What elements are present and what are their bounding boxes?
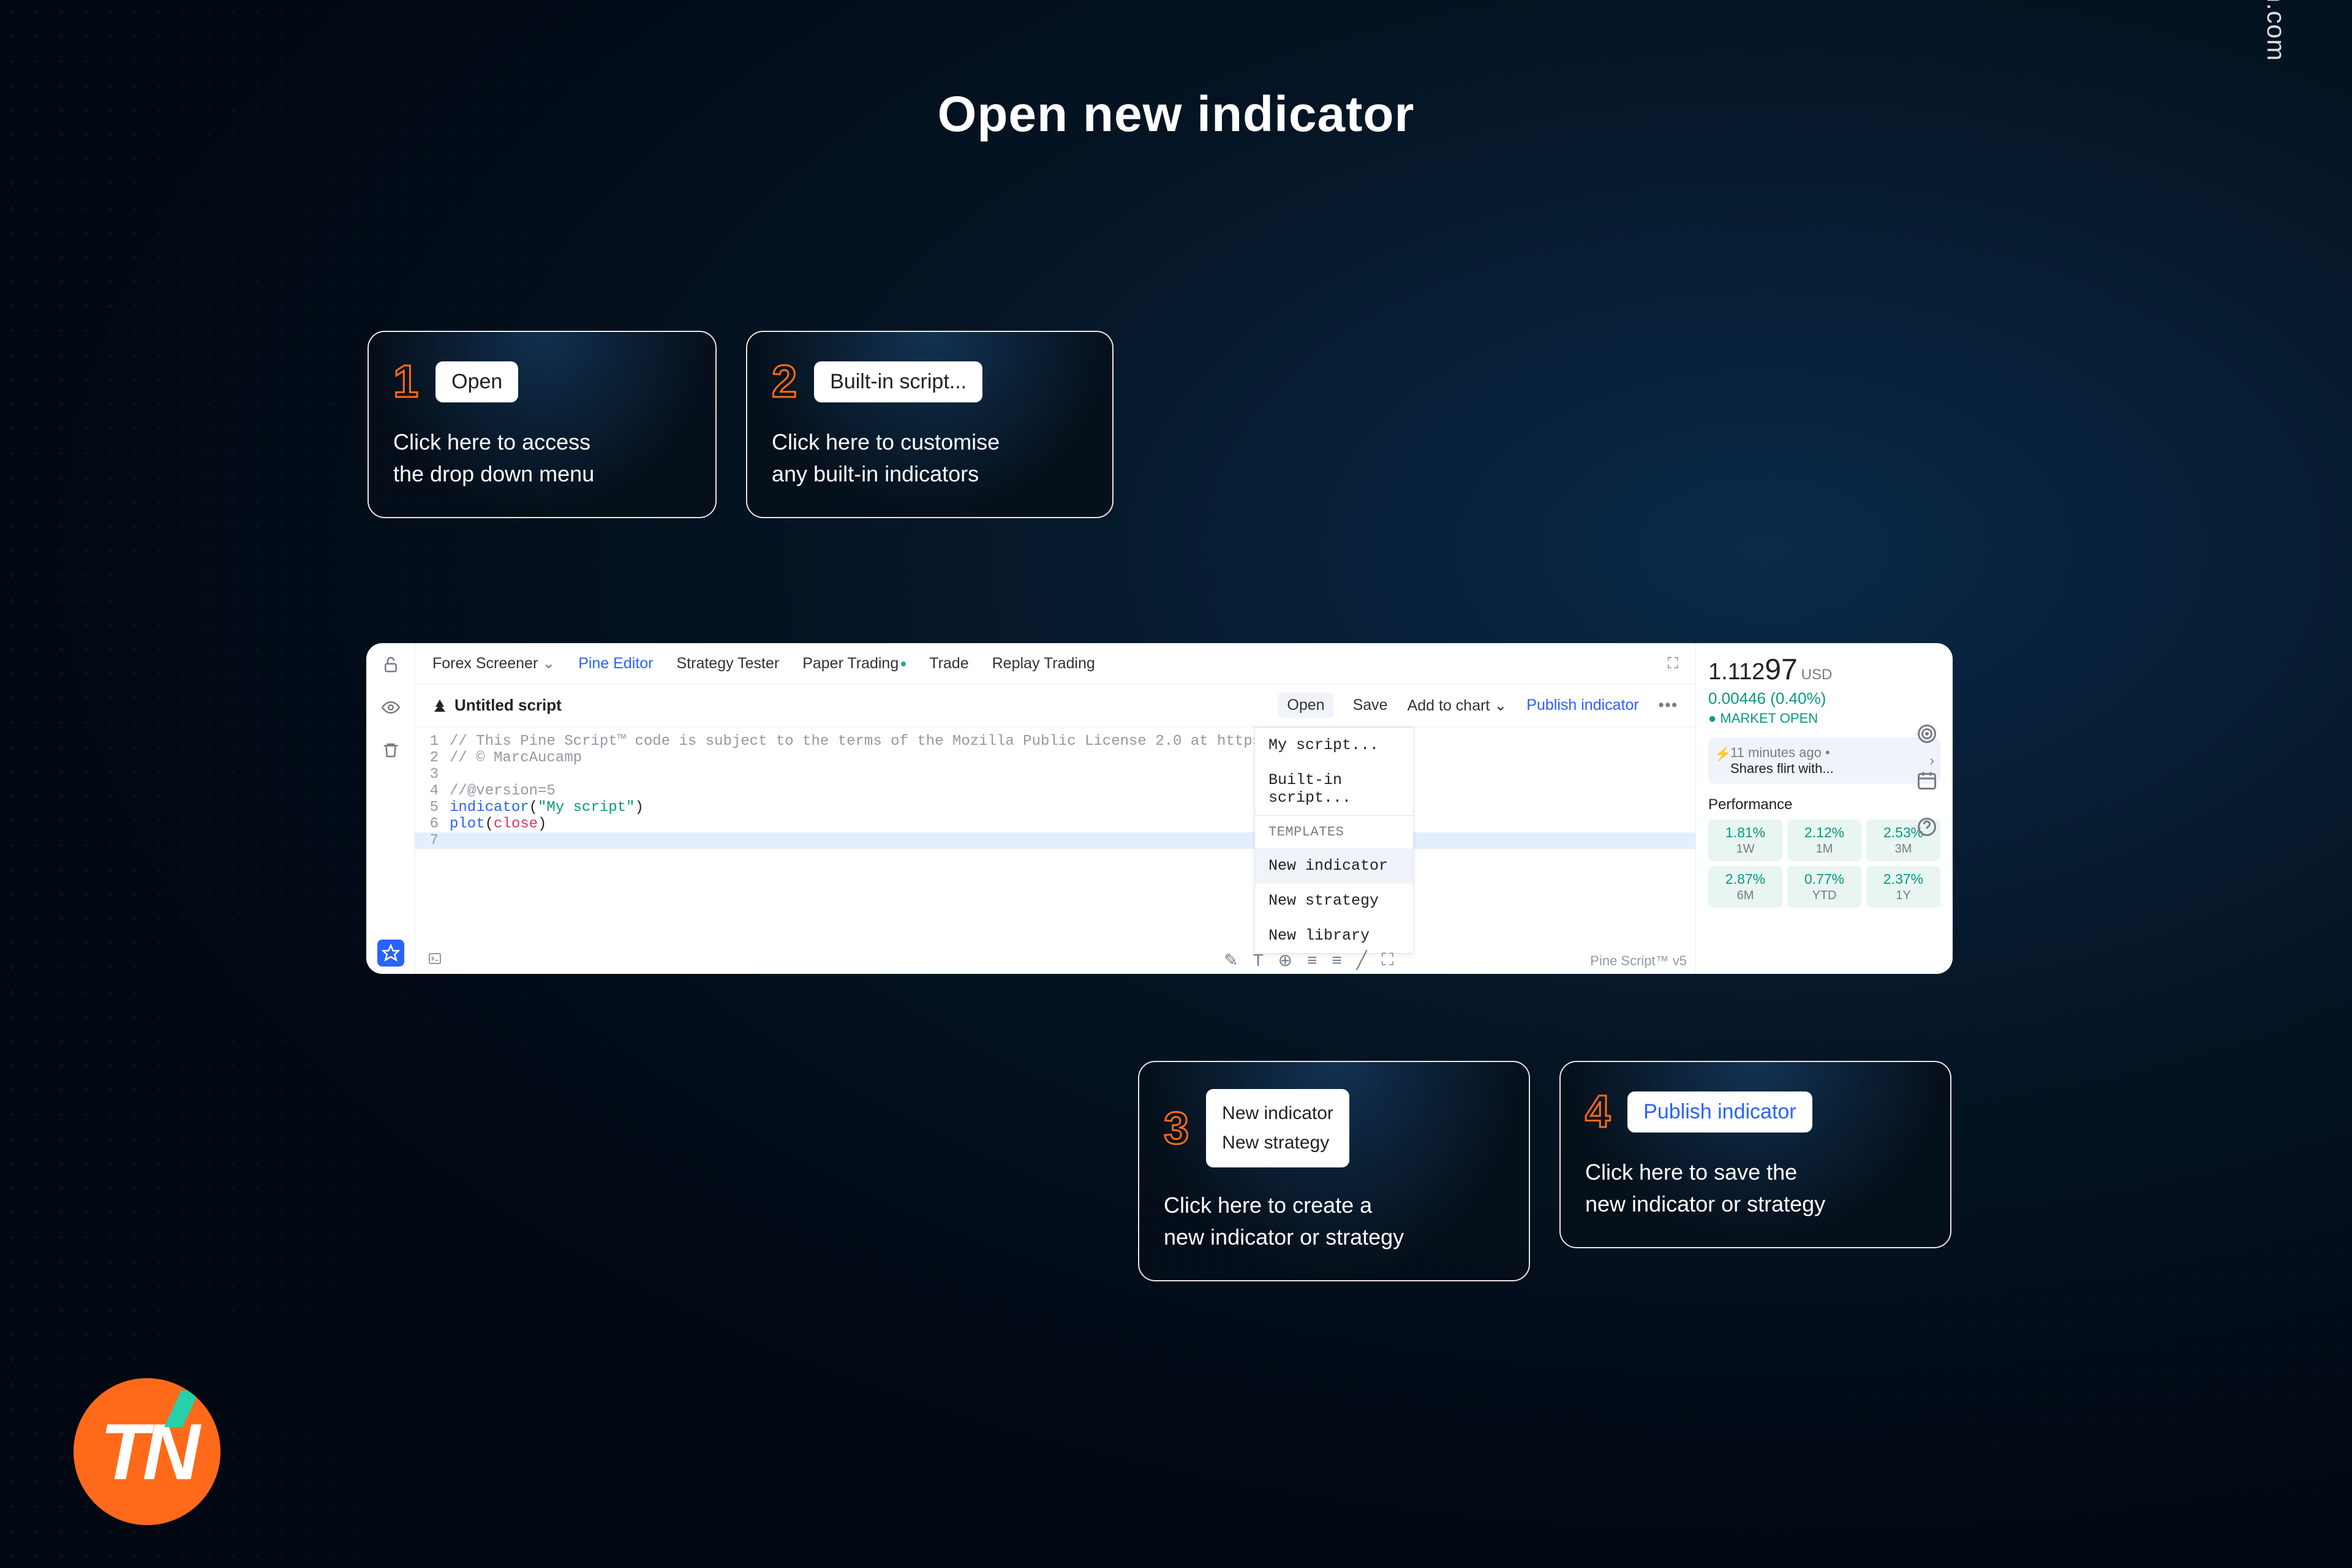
editor-main: Forex Screener ⌄ Pine Editor Strategy Te… bbox=[415, 643, 1695, 974]
calendar-icon[interactable] bbox=[1916, 769, 1938, 791]
line-icon[interactable]: ╱ bbox=[1357, 950, 1367, 970]
dropdown-new-strategy[interactable]: New strategy bbox=[1255, 883, 1413, 918]
step-1-card: 1 Open Click here to accessthe drop down… bbox=[368, 331, 717, 518]
chevron-down-icon: ⌄ bbox=[1494, 697, 1507, 714]
price-change: 0.00446 (0.40%) bbox=[1708, 689, 1940, 708]
tab-forex-screener[interactable]: Forex Screener ⌄ bbox=[432, 654, 555, 673]
perf-6m[interactable]: 2.87%6M bbox=[1708, 866, 1782, 908]
step-1-desc: Click here to accessthe drop down menu bbox=[393, 426, 691, 490]
action-open[interactable]: Open bbox=[1278, 693, 1333, 718]
more-icon[interactable]: ••• bbox=[1659, 696, 1678, 714]
crop-icon[interactable]: ⛶ bbox=[1382, 950, 1394, 970]
tradenation-logo: TN bbox=[74, 1378, 221, 1525]
open-dropdown: My script... Built-in script... TEMPLATE… bbox=[1254, 727, 1414, 954]
pine-editor-panel: Forex Screener ⌄ Pine Editor Strategy Te… bbox=[366, 643, 1953, 974]
step-3-desc: Click here to create anew indicator or s… bbox=[1164, 1189, 1504, 1253]
step-1-number: 1 bbox=[393, 359, 418, 404]
perf-1m[interactable]: 2.12%1M bbox=[1787, 820, 1861, 861]
dropdown-templates-header: TEMPLATES bbox=[1255, 816, 1413, 848]
target-icon[interactable] bbox=[1916, 723, 1938, 745]
step-3-new-strategy[interactable]: New strategy bbox=[1222, 1128, 1333, 1158]
step-3-menu: New indicator New strategy bbox=[1206, 1089, 1349, 1167]
step-2-desc: Click here to customiseany built-in indi… bbox=[772, 426, 1088, 490]
bottom-tool-row: ✎ T ⊕ ≡ ≡ ╱ ⛶ bbox=[1224, 950, 1393, 970]
expand-icon[interactable]: ⛶ bbox=[1667, 655, 1678, 673]
step-3-number: 3 bbox=[1164, 1106, 1189, 1151]
news-card[interactable]: ⚡ 11 minutes ago • Shares flirt with... … bbox=[1708, 737, 1940, 784]
tab-strategy-tester[interactable]: Strategy Tester bbox=[677, 655, 780, 673]
script-bar: Untitled script Open Save Add to chart ⌄… bbox=[415, 684, 1695, 727]
market-open-status: ● MARKET OPEN bbox=[1708, 710, 1940, 726]
step-4-publish-button[interactable]: Publish indicator bbox=[1627, 1091, 1812, 1133]
text-icon[interactable]: T bbox=[1253, 951, 1263, 970]
tab-trade[interactable]: Trade bbox=[929, 655, 968, 673]
action-add-to-chart[interactable]: Add to chart ⌄ bbox=[1408, 696, 1507, 715]
lightning-icon: ⚡ bbox=[1714, 746, 1731, 762]
zoom-icon[interactable]: ⊕ bbox=[1278, 950, 1292, 970]
tab-pine-editor[interactable]: Pine Editor bbox=[578, 655, 653, 673]
performance-grid: 1.81%1W 2.12%1M 2.53%3M 2.87%6M 0.77%YTD… bbox=[1708, 820, 1940, 908]
tab-paper-trading[interactable]: Paper Trading bbox=[802, 655, 906, 673]
perf-ytd[interactable]: 0.77%YTD bbox=[1787, 866, 1861, 908]
terminal-icon[interactable] bbox=[428, 951, 442, 970]
perf-1y[interactable]: 2.37%1Y bbox=[1866, 866, 1940, 908]
step-2-card: 2 Built-in script... Click here to custo… bbox=[746, 331, 1114, 518]
action-save[interactable]: Save bbox=[1353, 696, 1388, 714]
step-4-number: 4 bbox=[1585, 1089, 1610, 1134]
lock-icon[interactable] bbox=[382, 655, 400, 674]
right-info-panel: 1.11297USD 0.00446 (0.40%) ● MARKET OPEN… bbox=[1695, 643, 1953, 974]
dropdown-builtin-script[interactable]: Built-in script... bbox=[1255, 763, 1413, 815]
right-edge-icons bbox=[1916, 723, 1938, 838]
star-button[interactable] bbox=[377, 940, 404, 967]
tab-replay-trading[interactable]: Replay Trading bbox=[992, 655, 1095, 673]
step-1-open-button[interactable]: Open bbox=[435, 361, 518, 402]
pencil-icon[interactable]: ✎ bbox=[1224, 950, 1238, 970]
dropdown-my-script[interactable]: My script... bbox=[1255, 728, 1413, 763]
step-4-card: 4 Publish indicator Click here to save t… bbox=[1559, 1061, 1951, 1248]
help-icon[interactable] bbox=[1916, 816, 1938, 838]
watermark-url: tradenation.com bbox=[2261, 0, 2291, 61]
step-3-card: 3 New indicator New strategy Click here … bbox=[1138, 1061, 1530, 1281]
step-3-new-indicator[interactable]: New indicator bbox=[1222, 1099, 1333, 1128]
price-value: 1.11297USD bbox=[1708, 653, 1940, 687]
performance-label: Performance bbox=[1708, 796, 1940, 813]
editor-tabs: Forex Screener ⌄ Pine Editor Strategy Te… bbox=[415, 643, 1695, 684]
page-title: Open new indicator bbox=[938, 86, 1415, 143]
settings-sliders-icon-2[interactable]: ≡ bbox=[1332, 951, 1341, 970]
script-title: Untitled script bbox=[432, 696, 562, 715]
left-toolbar bbox=[366, 643, 415, 974]
perf-1w[interactable]: 1.81%1W bbox=[1708, 820, 1782, 861]
step-2-number: 2 bbox=[772, 359, 797, 404]
pine-logo-icon bbox=[432, 698, 447, 713]
code-area[interactable]: 1// This Pine Script™ code is subject to… bbox=[415, 727, 1695, 855]
trash-icon[interactable] bbox=[382, 741, 400, 760]
action-publish-indicator[interactable]: Publish indicator bbox=[1526, 696, 1638, 714]
step-2-builtin-button[interactable]: Built-in script... bbox=[814, 361, 982, 402]
dropdown-new-indicator[interactable]: New indicator bbox=[1255, 848, 1413, 883]
step-4-desc: Click here to save thenew indicator or s… bbox=[1585, 1156, 1926, 1220]
settings-sliders-icon[interactable]: ≡ bbox=[1307, 951, 1317, 970]
eye-icon[interactable] bbox=[382, 698, 400, 717]
version-label: Pine Script™ v5 bbox=[1590, 953, 1687, 969]
dropdown-new-library[interactable]: New library bbox=[1255, 918, 1413, 953]
